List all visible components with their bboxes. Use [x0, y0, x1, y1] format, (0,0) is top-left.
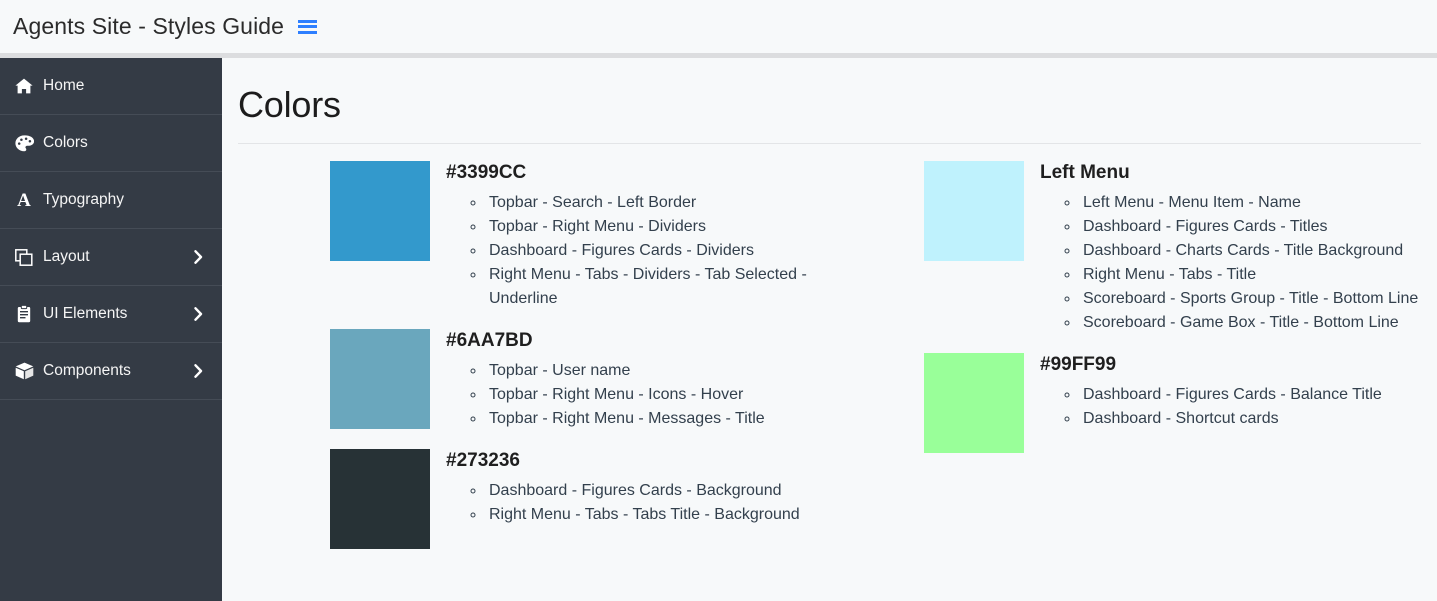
- app-title: Agents Site - Styles Guide: [13, 13, 285, 39]
- left-sidebar: Home Colors A Typography Layout UI Eleme…: [0, 58, 222, 601]
- list-item: Scoreboard - Game Box - Title - Bottom L…: [1080, 311, 1433, 335]
- cube-icon: [13, 361, 35, 381]
- list-item: Topbar - Right Menu - Icons - Hover: [486, 383, 828, 407]
- list-item: Dashboard - Figures Cards - Dividers: [486, 239, 828, 263]
- sidebar-item-label: Typography: [43, 191, 124, 208]
- hamburger-bar: [298, 30, 318, 34]
- colors-left-column: #3399CC Topbar - Search - Left Border To…: [238, 161, 828, 567]
- list-item: Dashboard - Figures Cards - Background: [486, 479, 828, 503]
- sidebar-item-typography[interactable]: A Typography: [0, 172, 222, 229]
- palette-icon: [13, 133, 35, 153]
- list-item: Dashboard - Shortcut cards: [1080, 407, 1433, 431]
- color-usage-list: Dashboard - Figures Cards - Balance Titl…: [1040, 383, 1433, 431]
- list-item: Left Menu - Menu Item - Name: [1080, 191, 1433, 215]
- sidebar-item-label: Components: [43, 362, 131, 379]
- list-item: Scoreboard - Sports Group - Title - Bott…: [1080, 287, 1433, 311]
- chevron-right-icon: [193, 307, 204, 321]
- color-entry: Left Menu Left Menu - Menu Item - Name D…: [843, 161, 1433, 335]
- color-usage-list: Topbar - Search - Left Border Topbar - R…: [446, 191, 828, 311]
- list-item: Topbar - Right Menu - Dividers: [486, 215, 828, 239]
- list-item: Right Menu - Tabs - Tabs Title - Backgro…: [486, 503, 828, 527]
- hamburger-bar: [298, 25, 318, 28]
- hamburger-icon[interactable]: [298, 19, 318, 35]
- color-swatch: [924, 353, 1024, 453]
- clipboard-icon: [13, 304, 35, 324]
- list-item: Dashboard - Figures Cards - Balance Titl…: [1080, 383, 1433, 407]
- color-entry-body: #99FF99 Dashboard - Figures Cards - Bala…: [1040, 353, 1433, 431]
- letter-a-icon: A: [17, 189, 31, 211]
- color-heading: #3399CC: [446, 162, 527, 183]
- color-entry: #6AA7BD Topbar - User name Topbar - Righ…: [238, 329, 828, 431]
- sidebar-item-label: Colors: [43, 134, 88, 151]
- page-title: Colors: [238, 84, 341, 125]
- list-item: Topbar - Search - Left Border: [486, 191, 828, 215]
- list-item: Dashboard - Charts Cards - Title Backgro…: [1080, 239, 1433, 263]
- color-swatch: [330, 161, 430, 261]
- sidebar-item-components[interactable]: Components: [0, 343, 222, 400]
- color-swatch: [330, 449, 430, 549]
- color-usage-list: Topbar - User name Topbar - Right Menu -…: [446, 359, 828, 431]
- home-icon: [13, 76, 35, 96]
- color-heading: Left Menu: [1040, 162, 1130, 183]
- color-usage-list: Left Menu - Menu Item - Name Dashboard -…: [1040, 191, 1433, 335]
- sidebar-item-colors[interactable]: Colors: [0, 115, 222, 172]
- list-item: Dashboard - Figures Cards - Titles: [1080, 215, 1433, 239]
- color-heading: #99FF99: [1040, 354, 1117, 375]
- color-swatch: [330, 329, 430, 429]
- sidebar-item-ui-elements[interactable]: UI Elements: [0, 286, 222, 343]
- color-entry-body: Left Menu Left Menu - Menu Item - Name D…: [1040, 161, 1433, 335]
- sidebar-item-label: UI Elements: [43, 305, 128, 322]
- list-item: Topbar - User name: [486, 359, 828, 383]
- list-item: Right Menu - Tabs - Dividers - Tab Selec…: [486, 263, 828, 311]
- color-entry-body: #6AA7BD Topbar - User name Topbar - Righ…: [446, 329, 828, 431]
- color-entry-body: #273236 Dashboard - Figures Cards - Back…: [446, 449, 828, 527]
- colors-grid: #3399CC Topbar - Search - Left Border To…: [222, 161, 1437, 567]
- title-divider: [238, 143, 1421, 144]
- color-usage-list: Dashboard - Figures Cards - Background R…: [446, 479, 828, 527]
- color-heading: #6AA7BD: [446, 330, 533, 351]
- colors-right-column: Left Menu Left Menu - Menu Item - Name D…: [843, 161, 1433, 567]
- topbar: Agents Site - Styles Guide: [0, 0, 1437, 53]
- list-item: Right Menu - Tabs - Title: [1080, 263, 1433, 287]
- color-swatch: [924, 161, 1024, 261]
- color-entry: #3399CC Topbar - Search - Left Border To…: [238, 161, 828, 311]
- sidebar-item-home[interactable]: Home: [0, 58, 222, 115]
- color-entry: #273236 Dashboard - Figures Cards - Back…: [238, 449, 828, 549]
- main-content: Colors #3399CC Topbar - Search - Left Bo…: [222, 58, 1437, 601]
- color-entry-body: #3399CC Topbar - Search - Left Border To…: [446, 161, 828, 311]
- list-item: Topbar - Right Menu - Messages - Title: [486, 407, 828, 431]
- chevron-right-icon: [193, 364, 204, 378]
- color-heading: #273236: [446, 450, 520, 471]
- hamburger-bar: [298, 19, 318, 23]
- sidebar-item-label: Layout: [43, 248, 90, 265]
- color-entry: #99FF99 Dashboard - Figures Cards - Bala…: [843, 353, 1433, 453]
- sidebar-item-layout[interactable]: Layout: [0, 229, 222, 286]
- sidebar-item-label: Home: [43, 77, 85, 94]
- chevron-right-icon: [193, 250, 204, 264]
- layers-icon: [13, 247, 35, 267]
